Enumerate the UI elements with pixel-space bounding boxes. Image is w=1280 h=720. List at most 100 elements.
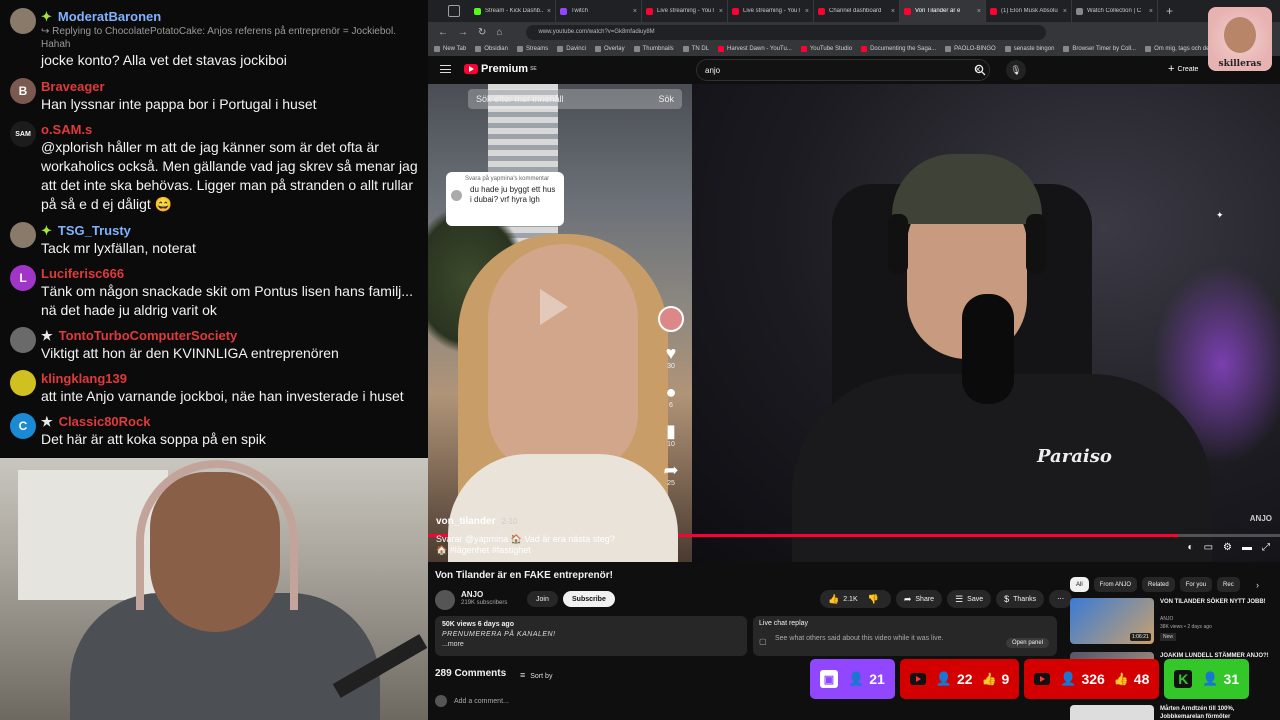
video-description[interactable]: 50K views 6 days ago PRENUMERERA PÅ KANA…	[435, 616, 747, 656]
show-more-link[interactable]: ...more	[442, 640, 740, 650]
chat-username[interactable]: Classic80Rock	[59, 414, 151, 429]
bookmark-item[interactable]: Davinci	[557, 46, 586, 52]
search-button[interactable]	[970, 60, 990, 80]
channel-row: ANJO 219K subscribers Join Subscribe	[435, 588, 835, 610]
youtube-viewer-counter: 👤 22 👍 9	[899, 659, 1020, 699]
menu-icon[interactable]	[440, 65, 451, 73]
close-icon[interactable]: ×	[547, 8, 551, 15]
headphones-icon	[1026, 214, 1046, 274]
viewer-counters: ▣ 👤 21 👤 22 👍 9 👤 326 👍 48 K 👤 31	[810, 659, 1250, 699]
tab-favicon-icon	[990, 7, 997, 15]
new-badge: New	[1160, 633, 1177, 641]
settings-gear-icon[interactable]: ⚙	[1223, 542, 1232, 553]
browser-tab-bar: Stream - Kick Dashb... × Twitch × Live str…	[428, 0, 1280, 22]
bookmark-item[interactable]: TN DL	[682, 46, 709, 52]
close-icon[interactable]: ×	[1149, 8, 1153, 15]
tab-favicon-icon	[1076, 7, 1083, 15]
chat-username[interactable]: Luciferisc666	[41, 266, 124, 281]
chat-username[interactable]: ModeratBaronen	[58, 9, 161, 24]
chat-username[interactable]: o.SAM.s	[41, 122, 92, 137]
close-icon[interactable]: ×	[977, 8, 981, 15]
theater-mode-icon[interactable]: ▬	[1242, 542, 1252, 553]
folder-icon	[475, 46, 482, 52]
bookmark-item[interactable]: New Tab	[434, 46, 466, 52]
close-icon[interactable]: ×	[891, 8, 895, 15]
chat-text: Det här är att koka soppa på en spik	[41, 431, 266, 447]
chat-username[interactable]: klingklang139	[41, 371, 127, 386]
save-button[interactable]: ☰ Save	[947, 590, 992, 608]
subtitles-icon[interactable]: ▭	[1204, 542, 1213, 553]
bookmark-item[interactable]: Om mig, tags och des...	[1145, 46, 1217, 52]
subscribe-button[interactable]: Subscribe	[563, 591, 615, 607]
browser-tab[interactable]: Channel dashboard ×	[814, 0, 900, 22]
new-tab-icon[interactable]: +	[1166, 4, 1173, 18]
chat-reply-context: ↪ Replying to ChocolatePotatoCake: Anjos…	[41, 26, 396, 50]
add-comment-input[interactable]: Add a comment...	[435, 695, 815, 707]
chat-username[interactable]: Braveager	[41, 79, 105, 94]
close-icon[interactable]: ×	[1063, 8, 1067, 15]
chat-username[interactable]: TontoTurboComputerSociety	[59, 328, 238, 343]
thanks-button[interactable]: $ Thanks	[996, 590, 1045, 608]
chip-from-channel[interactable]: From ANJO	[1093, 577, 1138, 592]
recommended-video[interactable]: Mårten Arndtzén till 100%, Jobbkemarelan…	[1070, 705, 1270, 720]
like-button[interactable]: 👍 2.1K 👎	[820, 590, 891, 608]
chip-related[interactable]: Related	[1142, 577, 1175, 592]
browser-tab[interactable]: Stream - Kick Dashb... ×	[470, 0, 556, 22]
search-input[interactable]: anjo ×	[696, 59, 990, 81]
tab-actions-icon[interactable]	[448, 5, 460, 17]
bookmark-item[interactable]: Documenting the Saga...	[861, 46, 936, 52]
chat-avatar: B	[10, 78, 36, 104]
bookmark-item[interactable]: Harvest Dawn - YouTu...	[718, 46, 792, 52]
chip-recent[interactable]: Rec	[1217, 577, 1240, 592]
video-thumbnail	[1070, 705, 1154, 720]
chip-for-you[interactable]: For you	[1179, 577, 1213, 592]
voice-search-icon[interactable]: 🎙	[1006, 60, 1026, 80]
bookmark-item[interactable]: Thumbnails	[633, 46, 674, 52]
bookmark-favicon-icon	[434, 46, 440, 52]
plus-icon: +	[1168, 63, 1175, 75]
fullscreen-icon[interactable]: ⤢	[1262, 542, 1270, 553]
bookmark-item[interactable]: YouTube Studio	[800, 46, 852, 52]
create-button[interactable]: + Create	[1168, 63, 1198, 75]
home-icon[interactable]: ⌂	[496, 27, 502, 38]
close-icon[interactable]: ×	[805, 8, 809, 15]
join-button[interactable]: Join	[527, 591, 558, 607]
thumbs-up-icon: 👍	[828, 593, 840, 604]
channel-name[interactable]: ANJO	[461, 590, 483, 599]
open-panel-button[interactable]: Open panel	[1005, 638, 1049, 648]
youtube-logo[interactable]: Premium SE	[464, 63, 537, 75]
video-player[interactable]: Sök efter mer innehåll Sök Svara på yapmi…	[428, 84, 1280, 562]
browser-tab[interactable]: Live streaming - YouT ×	[642, 0, 728, 22]
forward-icon[interactable]: →	[458, 27, 468, 38]
channel-avatar[interactable]	[435, 590, 455, 610]
bookmark-item[interactable]: Streams	[516, 46, 548, 52]
chevron-right-icon[interactable]: ›	[1256, 580, 1259, 590]
autoplay-toggle-icon[interactable]: ◐	[1188, 542, 1194, 553]
video-actions: 👍 2.1K 👎 ➦ Share ☰ Save $ Thanks ⋯	[820, 590, 1073, 608]
bookmark-item[interactable]: Obsidian	[475, 46, 508, 52]
thumbs-down-icon[interactable]: 👎	[868, 594, 879, 605]
browser-tab[interactable]: Twitch ×	[556, 0, 642, 22]
browser-tab[interactable]: (1) Elon Musk Absolu ×	[986, 0, 1072, 22]
kick-icon: K	[1174, 670, 1193, 688]
chip-all[interactable]: All	[1070, 577, 1089, 592]
browser-tab[interactable]: Watch Collection | C ×	[1072, 0, 1158, 22]
back-icon[interactable]: ←	[438, 27, 448, 38]
browser-tab-active[interactable]: Von Tilander är e ×	[900, 0, 986, 22]
share-button[interactable]: ➦ Share	[895, 590, 943, 608]
bookmark-item[interactable]: Browser Timer by Coll...	[1063, 46, 1136, 52]
browser-tab[interactable]: Live streaming - YouT ×	[728, 0, 814, 22]
url-field[interactable]: www.youtube.com/watch?v=Gk8mfadiuy8M	[526, 24, 1047, 40]
close-icon[interactable]: ×	[633, 8, 637, 15]
sort-comments-button[interactable]: ≡ Sort by	[520, 670, 552, 680]
reload-icon[interactable]: ↻	[478, 27, 486, 38]
more-actions-button[interactable]: ⋯	[1049, 590, 1073, 608]
bookmark-icon: ▮	[666, 421, 676, 441]
bookmark-item[interactable]: PAOLO-BINGO	[945, 46, 996, 52]
person-icon: 👤	[1060, 671, 1077, 686]
chat-username[interactable]: TSG_Trusty	[58, 223, 131, 238]
recommended-video[interactable]: 1:06:21 VON TILANDER SÖKER NYTT JOBB! AN…	[1070, 598, 1270, 646]
bookmark-item[interactable]: Overlay	[594, 46, 625, 52]
bookmark-item[interactable]: senaste bingon	[1004, 46, 1054, 52]
close-icon[interactable]: ×	[719, 8, 723, 15]
